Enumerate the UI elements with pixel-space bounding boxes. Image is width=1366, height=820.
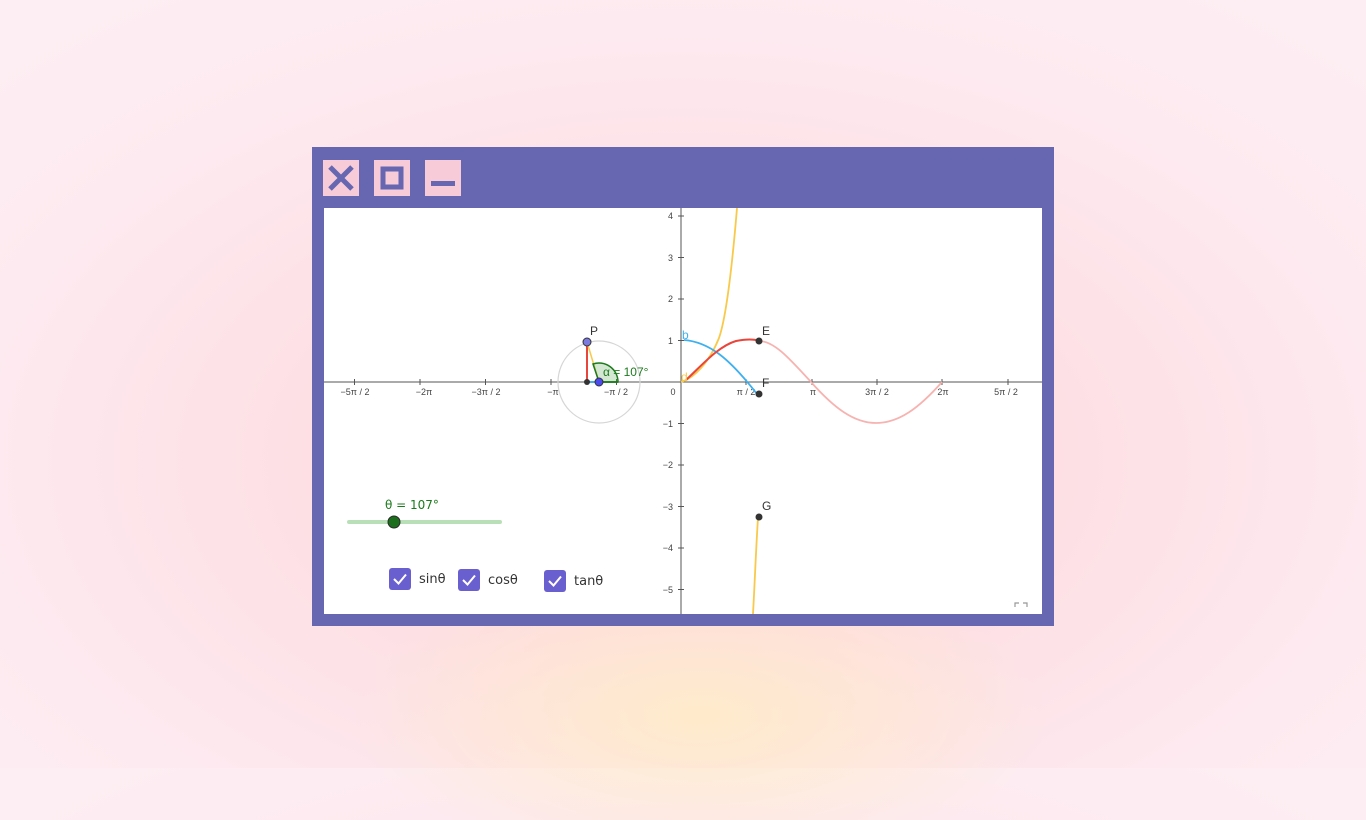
sine-curve: [685, 338, 761, 381]
graph-canvas[interactable]: −5π / 2 −2π −3π / 2 −π −π / 2 0 π / 2 π …: [324, 208, 1042, 614]
title-bar: [312, 147, 1054, 208]
maximize-button[interactable]: [374, 160, 410, 196]
checkbox-checked-icon[interactable]: [389, 568, 411, 590]
point-P[interactable]: [582, 337, 592, 347]
label-P: P: [590, 324, 598, 338]
maximize-icon: [380, 166, 404, 190]
y-tick-label: −3: [663, 502, 673, 512]
y-tick-label: −4: [663, 543, 673, 553]
checkbox-checked-icon[interactable]: [458, 569, 480, 591]
label-F: F: [762, 376, 769, 390]
x-tick-label: −π / 2: [604, 387, 628, 397]
checkbox-sin[interactable]: sinθ: [389, 568, 446, 590]
close-icon: [328, 165, 354, 191]
checkbox-cos[interactable]: cosθ: [458, 569, 518, 591]
checkbox-cos-label: cosθ: [488, 572, 518, 588]
origin-label: 0: [670, 387, 675, 397]
point-E[interactable]: [755, 337, 763, 345]
close-button[interactable]: [323, 160, 359, 196]
y-tick-label: 1: [668, 336, 673, 346]
tangent-curve-lower: [752, 517, 759, 614]
label-d: d: [681, 370, 688, 384]
y-tick-label: 2: [668, 294, 673, 304]
circle-center-point[interactable]: [594, 377, 604, 387]
point-F[interactable]: [755, 390, 763, 398]
label-E: E: [762, 324, 770, 338]
x-tick-label: −2π: [416, 387, 432, 397]
label-b: b: [682, 328, 689, 342]
y-tick-label: −2: [663, 460, 673, 470]
theta-slider-thumb[interactable]: [387, 515, 401, 529]
theta-slider-label: θ = 107°: [385, 498, 439, 512]
x-tick-label: 2π: [937, 387, 948, 397]
fullscreen-icon[interactable]: [1012, 600, 1030, 614]
foot-point: [584, 379, 590, 385]
y-tick-label: −5: [663, 585, 673, 595]
y-tick-label: −1: [663, 419, 673, 429]
angle-label: α = 107°: [603, 365, 649, 379]
x-tick-label: −3π / 2: [472, 387, 501, 397]
minimize-button[interactable]: [425, 160, 461, 196]
x-tick-label: 3π / 2: [865, 387, 889, 397]
checkbox-checked-icon[interactable]: [544, 570, 566, 592]
point-G[interactable]: [755, 513, 763, 521]
minimize-icon: [431, 181, 455, 186]
y-tick-label: 4: [668, 211, 673, 221]
checkbox-tan-label: tanθ: [574, 573, 604, 589]
x-tick-label: −π: [547, 387, 558, 397]
x-tick-label: 5π / 2: [994, 387, 1018, 397]
checkbox-tan[interactable]: tanθ: [544, 570, 603, 592]
checkbox-sin-label: sinθ: [419, 571, 446, 587]
label-G: G: [762, 499, 771, 513]
graph-svg: −5π / 2 −2π −3π / 2 −π −π / 2 0 π / 2 π …: [324, 208, 1042, 614]
tangent-curve-upper: [680, 208, 738, 383]
x-tick-label: −5π / 2: [341, 387, 370, 397]
app-window: −5π / 2 −2π −3π / 2 −π −π / 2 0 π / 2 π …: [312, 147, 1054, 626]
x-tick-label: π: [810, 387, 816, 397]
y-tick-label: 3: [668, 253, 673, 263]
